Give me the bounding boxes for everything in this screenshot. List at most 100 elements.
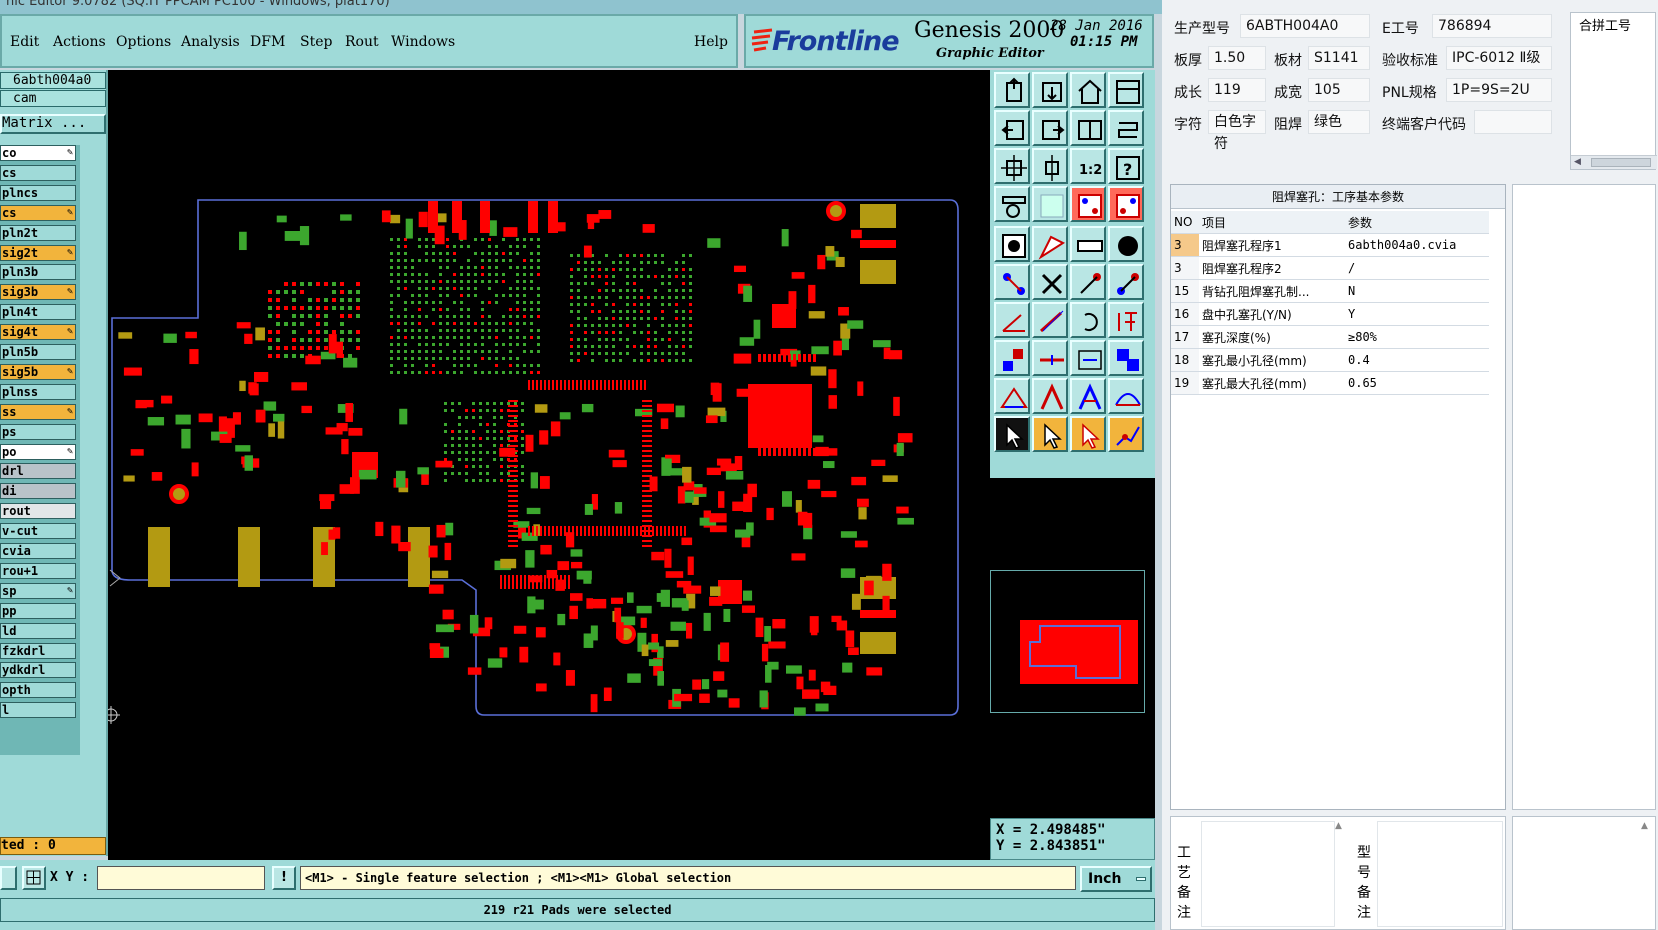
- pad[interactable]: [577, 317, 580, 320]
- pad[interactable]: [681, 600, 689, 611]
- pad[interactable]: [521, 465, 524, 468]
- process-remarks-text[interactable]: [1201, 821, 1335, 927]
- pad[interactable]: [642, 510, 652, 512]
- pad[interactable]: [822, 461, 835, 469]
- pad[interactable]: [175, 414, 191, 425]
- pad[interactable]: [633, 331, 636, 334]
- pad[interactable]: [640, 331, 643, 334]
- pad[interactable]: [620, 526, 622, 536]
- pad[interactable]: [608, 380, 610, 390]
- pad[interactable]: [509, 350, 512, 353]
- pad[interactable]: [486, 465, 489, 468]
- pad[interactable]: [664, 458, 672, 470]
- pad[interactable]: [825, 246, 835, 257]
- pad[interactable]: [654, 359, 657, 362]
- pad[interactable]: [539, 430, 549, 445]
- pad[interactable]: [446, 287, 449, 290]
- pad[interactable]: [661, 275, 664, 278]
- pad[interactable]: [404, 371, 407, 374]
- pad[interactable]: [583, 573, 592, 584]
- layer-swap-icon[interactable]: [1070, 110, 1106, 146]
- pad[interactable]: [425, 350, 428, 353]
- pad[interactable]: [418, 287, 421, 290]
- pad[interactable]: [458, 451, 461, 454]
- pad[interactable]: [453, 273, 456, 276]
- pad[interactable]: [689, 282, 692, 285]
- pad[interactable]: [495, 252, 498, 255]
- pad[interactable]: [356, 338, 360, 342]
- pad[interactable]: [616, 380, 618, 390]
- pad[interactable]: [576, 380, 578, 390]
- pad[interactable]: [568, 380, 570, 390]
- pad[interactable]: [292, 290, 296, 294]
- pad[interactable]: [795, 500, 802, 513]
- pad[interactable]: [605, 345, 608, 348]
- pad[interactable]: [537, 294, 540, 297]
- pad[interactable]: [682, 282, 685, 285]
- param-row[interactable]: 3 阻焊塞孔程序2/: [1171, 256, 1489, 280]
- pad[interactable]: [642, 515, 652, 517]
- pad[interactable]: [661, 324, 664, 327]
- pad[interactable]: [642, 470, 652, 472]
- pad[interactable]: [502, 329, 505, 332]
- pad[interactable]: [397, 329, 400, 332]
- pad[interactable]: [689, 268, 692, 271]
- pad[interactable]: [404, 322, 407, 325]
- pad[interactable]: [321, 542, 328, 556]
- matrix-button[interactable]: Matrix ...: [0, 114, 106, 134]
- pad[interactable]: [300, 346, 304, 350]
- zoom-fit-icon[interactable]: [994, 148, 1030, 184]
- pad[interactable]: [544, 380, 546, 390]
- pad[interactable]: [654, 275, 657, 278]
- pad[interactable]: [725, 471, 744, 480]
- pad[interactable]: [268, 298, 272, 302]
- pad[interactable]: [871, 459, 886, 467]
- pad[interactable]: [577, 352, 580, 355]
- pad[interactable]: [540, 526, 542, 536]
- pad[interactable]: [788, 291, 797, 309]
- pad[interactable]: [404, 259, 407, 262]
- pad[interactable]: [828, 369, 837, 389]
- pad[interactable]: [284, 322, 288, 326]
- pad[interactable]: [324, 322, 328, 326]
- mask-field[interactable]: 绿色: [1308, 110, 1370, 134]
- pad[interactable]: [499, 647, 508, 658]
- pad[interactable]: [689, 289, 692, 292]
- pad[interactable]: [508, 530, 518, 532]
- pad[interactable]: [397, 336, 400, 339]
- pad[interactable]: [642, 505, 652, 507]
- layer-row-cs[interactable]: cs ✎: [0, 204, 76, 221]
- param-row[interactable]: 3 阻焊塞孔程序1 6abth004a0.cvia: [1171, 233, 1489, 257]
- pad[interactable]: [598, 345, 601, 348]
- pad[interactable]: [544, 575, 546, 589]
- pad[interactable]: [537, 287, 540, 290]
- pad[interactable]: [642, 490, 652, 492]
- pad[interactable]: [446, 238, 449, 241]
- pad[interactable]: [439, 329, 442, 332]
- pad[interactable]: [340, 214, 352, 221]
- pad[interactable]: [390, 350, 393, 353]
- layer-row-ydkdrl[interactable]: ydkdrl: [0, 662, 76, 679]
- pad[interactable]: [425, 315, 428, 318]
- pad[interactable]: [741, 605, 755, 613]
- remarks-extra[interactable]: ▲: [1512, 816, 1656, 930]
- layer-affected-icon[interactable]: ✎: [67, 584, 73, 598]
- pad[interactable]: [324, 346, 328, 350]
- pad[interactable]: [404, 343, 407, 346]
- pad[interactable]: [481, 322, 484, 325]
- pad[interactable]: [439, 322, 442, 325]
- pad[interactable]: [530, 266, 533, 269]
- pad[interactable]: [742, 590, 753, 601]
- pad[interactable]: [458, 402, 461, 405]
- pad[interactable]: [682, 352, 685, 355]
- pad[interactable]: [451, 472, 454, 475]
- pad[interactable]: [500, 430, 503, 433]
- pad[interactable]: [640, 275, 643, 278]
- pad[interactable]: [647, 345, 650, 348]
- pad[interactable]: [758, 448, 761, 456]
- pad[interactable]: [316, 346, 320, 350]
- pad[interactable]: [486, 479, 489, 482]
- pad[interactable]: [572, 526, 574, 536]
- pad[interactable]: [467, 364, 470, 367]
- pad[interactable]: [570, 561, 583, 569]
